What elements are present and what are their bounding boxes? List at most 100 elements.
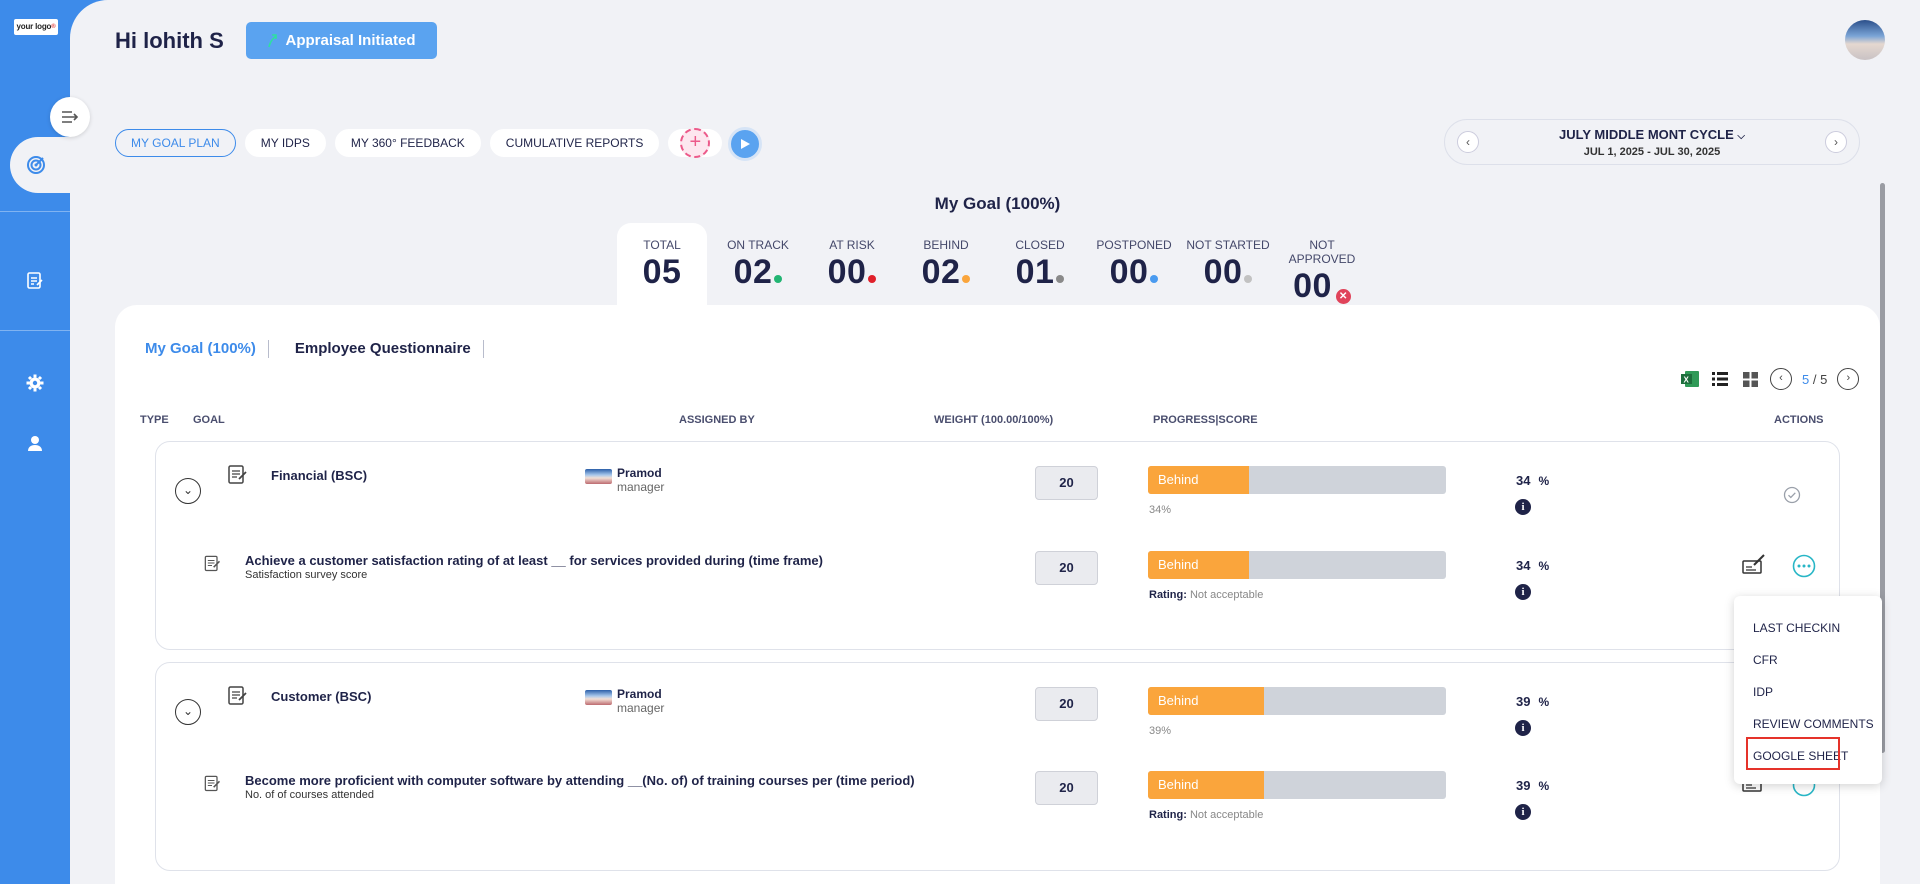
page-total: 5 bbox=[1820, 371, 1828, 387]
rating-value: Not acceptable bbox=[1189, 589, 1264, 601]
score-percent: 34% bbox=[1516, 473, 1549, 488]
view-toolbar: X ‹ 5 / 5 › bbox=[1680, 368, 1860, 390]
rating-key: Rating: bbox=[1149, 809, 1187, 821]
gear-icon[interactable] bbox=[22, 370, 48, 396]
stat-behind[interactable]: BEHIND 02 bbox=[899, 223, 993, 305]
stat-label: ON TRACK bbox=[727, 238, 789, 252]
close-icon: ✕ bbox=[1335, 289, 1351, 304]
score-value: 39 bbox=[1516, 778, 1531, 793]
stat-value: 00 bbox=[827, 253, 867, 291]
play-button[interactable] bbox=[728, 127, 762, 161]
stat-value-row: 00 ✕ bbox=[1275, 267, 1369, 306]
stat-label: NOT STARTED bbox=[1186, 238, 1270, 252]
excel-icon[interactable]: X bbox=[1680, 369, 1700, 389]
menu-item-review-comments[interactable]: REVIEW COMMENTS bbox=[1753, 717, 1874, 731]
checkin-edit-icon[interactable] bbox=[1741, 553, 1767, 577]
list-view-icon[interactable] bbox=[1710, 369, 1730, 389]
pagination-text: 5 / 5 bbox=[1802, 372, 1827, 387]
weight-field[interactable]: 20 bbox=[1035, 771, 1098, 805]
status-dot bbox=[774, 275, 783, 283]
stat-at-risk[interactable]: AT RISK 00 bbox=[805, 223, 899, 305]
status-dot bbox=[1056, 275, 1065, 283]
goal-category-icon bbox=[228, 686, 247, 705]
weight-field[interactable]: 20 bbox=[1035, 551, 1098, 585]
stat-label: BEHIND bbox=[923, 238, 969, 252]
stat-label: CLOSED bbox=[1015, 238, 1065, 252]
progress-fill: Behind bbox=[1148, 687, 1265, 715]
stat-value-row: 00 bbox=[1087, 253, 1181, 292]
status-dot bbox=[1244, 275, 1253, 283]
assignee-name: Pramod bbox=[617, 687, 662, 701]
page-separator: / bbox=[1812, 371, 1817, 387]
score-value: 34 bbox=[1516, 558, 1531, 573]
progress-fill: Behind bbox=[1148, 466, 1250, 494]
percent-sign: % bbox=[1538, 695, 1550, 709]
goals-card: My Goal (100%) Employee Questionnaire X … bbox=[115, 305, 1880, 884]
add-tab-button[interactable]: + bbox=[668, 128, 723, 158]
menu-item-cfr[interactable]: CFR bbox=[1753, 653, 1778, 667]
appraisal-status-button[interactable]: Appraisal Initiated bbox=[246, 22, 437, 59]
stat-not-started[interactable]: NOT STARTED 00 bbox=[1181, 223, 1275, 305]
status-dot bbox=[868, 275, 877, 283]
document-edit-icon[interactable] bbox=[22, 268, 48, 294]
tab-cumulative-reports[interactable]: CUMULATIVE REPORTS bbox=[489, 129, 660, 157]
stat-postponed[interactable]: POSTPONED 00 bbox=[1087, 223, 1181, 305]
progress-fill: Behind bbox=[1148, 551, 1250, 579]
cycle-name-row: JULY MIDDLE MONT CYCLE ⌵ bbox=[1445, 127, 1859, 142]
subtab-my-goal[interactable]: My Goal (100%) bbox=[145, 340, 269, 358]
score-value: 39 bbox=[1516, 694, 1531, 709]
stat-total[interactable]: TOTAL 05 bbox=[617, 223, 707, 305]
subtab-employee-questionnaire[interactable]: Employee Questionnaire bbox=[295, 340, 484, 358]
svg-text:X: X bbox=[1684, 376, 1690, 385]
stat-value-row: 02 bbox=[711, 253, 805, 292]
chevron-down-icon[interactable]: ⌄ bbox=[175, 478, 201, 504]
tab-my-idps[interactable]: MY IDPS bbox=[244, 129, 326, 157]
stat-value: 02 bbox=[733, 253, 773, 291]
tab-my-360-feedback[interactable]: MY 360° FEEDBACK bbox=[334, 129, 481, 157]
target-icon bbox=[27, 156, 45, 174]
goal-stats: TOTAL 05 ON TRACK 02 AT RISK 00 BEHIND 0… bbox=[617, 223, 1369, 305]
stat-not-approved[interactable]: NOT APPROVED 00 ✕ bbox=[1275, 223, 1369, 305]
sidebar: your logo® bbox=[0, 0, 90, 884]
goal-group: ⌄ Financial (BSC) Pramod manager 20 Behi… bbox=[155, 441, 1840, 650]
stat-on-track[interactable]: ON TRACK 02 bbox=[711, 223, 805, 305]
check-circle-icon[interactable] bbox=[1783, 486, 1801, 504]
more-options-icon[interactable] bbox=[1792, 554, 1816, 578]
weight-field[interactable]: 20 bbox=[1035, 687, 1098, 721]
progress-bar: Behind bbox=[1148, 687, 1446, 715]
menu-item-idp[interactable]: IDP bbox=[1753, 685, 1773, 699]
cycle-selector[interactable]: ‹ JULY MIDDLE MONT CYCLE ⌵ JUL 1, 2025 -… bbox=[1444, 119, 1860, 165]
user-icon[interactable] bbox=[22, 430, 48, 456]
stat-value-row: 02 bbox=[899, 253, 993, 292]
progress-bar: Behind bbox=[1148, 771, 1446, 799]
tab-my-goal-plan[interactable]: MY GOAL PLAN bbox=[115, 129, 236, 157]
chevron-down-icon[interactable]: ⌵ bbox=[1737, 131, 1745, 142]
score-percent: 39% bbox=[1516, 694, 1549, 709]
collapse-icon[interactable] bbox=[50, 97, 90, 137]
stat-label: TOTAL bbox=[643, 238, 681, 252]
info-icon[interactable]: i bbox=[1515, 584, 1531, 600]
stat-value-row: 00 bbox=[805, 253, 899, 292]
chevron-down-icon[interactable]: ⌄ bbox=[175, 699, 201, 725]
stat-closed[interactable]: CLOSED 01 bbox=[993, 223, 1087, 305]
stat-label: AT RISK bbox=[829, 238, 875, 252]
goal-item-icon bbox=[204, 775, 221, 792]
grid-view-icon[interactable] bbox=[1740, 369, 1760, 389]
next-page-button[interactable]: › bbox=[1837, 368, 1860, 390]
goal-item-title[interactable]: Achieve a customer satisfaction rating o… bbox=[245, 553, 823, 568]
weight-field[interactable]: 20 bbox=[1035, 466, 1098, 500]
goal-item-title[interactable]: Become more proficient with computer sof… bbox=[245, 773, 915, 788]
rating-key: Rating: bbox=[1149, 589, 1187, 601]
info-icon[interactable]: i bbox=[1515, 499, 1531, 515]
stat-value: 00 bbox=[1203, 253, 1243, 291]
sidebar-item-goals[interactable] bbox=[10, 137, 70, 193]
stat-value: 00 bbox=[1293, 267, 1332, 305]
next-cycle-button[interactable]: › bbox=[1825, 131, 1847, 153]
menu-item-last-checkin[interactable]: LAST CHECKIN bbox=[1753, 621, 1840, 635]
avatar[interactable] bbox=[1845, 20, 1885, 60]
goal-item-icon bbox=[204, 555, 221, 572]
prev-page-button[interactable]: ‹ bbox=[1770, 368, 1792, 390]
appraisal-status-label: Appraisal Initiated bbox=[285, 32, 416, 49]
info-icon[interactable]: i bbox=[1515, 720, 1531, 736]
info-icon[interactable]: i bbox=[1515, 804, 1531, 820]
